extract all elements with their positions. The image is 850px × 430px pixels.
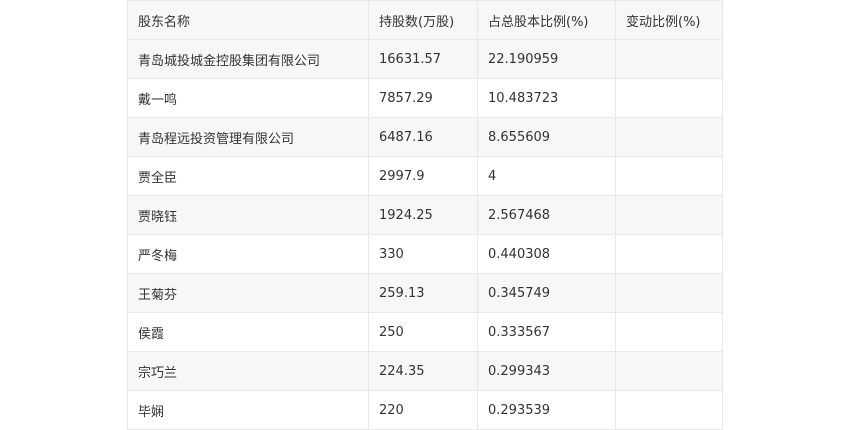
cell-change-ratio (615, 234, 723, 274)
cell-share-ratio: 0.440308 (477, 234, 616, 274)
header-share-ratio: 占总股本比例(%) (477, 0, 616, 40)
cell-change-ratio (615, 351, 723, 391)
cell-share-ratio: 0.293539 (477, 390, 616, 430)
table-row: 戴一鸣 7857.29 10.483723 (127, 78, 723, 118)
table-header: 股东名称 持股数(万股) 占总股本比例(%) 变动比例(%) (127, 0, 723, 40)
cell-change-ratio (615, 156, 723, 196)
table-row: 王菊芬 259.13 0.345749 (127, 273, 723, 313)
shareholder-table: 股东名称 持股数(万股) 占总股本比例(%) 变动比例(%) 青岛城投城金控股集… (127, 0, 723, 430)
header-row: 股东名称 持股数(万股) 占总股本比例(%) 变动比例(%) (127, 0, 723, 40)
table-row: 毕娴 220 0.293539 (127, 390, 723, 430)
table-row: 严冬梅 330 0.440308 (127, 234, 723, 274)
cell-share-ratio: 4 (477, 156, 616, 196)
cell-shareholder-name: 贾全臣 (127, 156, 369, 196)
cell-shareholder-name: 戴一鸣 (127, 78, 369, 118)
cell-shares-held: 16631.57 (368, 39, 478, 79)
shareholder-table-container: 股东名称 持股数(万股) 占总股本比例(%) 变动比例(%) 青岛城投城金控股集… (127, 0, 723, 430)
cell-change-ratio (615, 312, 723, 352)
cell-shares-held: 250 (368, 312, 478, 352)
cell-shares-held: 7857.29 (368, 78, 478, 118)
cell-shares-held: 259.13 (368, 273, 478, 313)
cell-share-ratio: 10.483723 (477, 78, 616, 118)
cell-share-ratio: 8.655609 (477, 117, 616, 157)
header-shareholder-name: 股东名称 (127, 0, 369, 40)
cell-shareholder-name: 青岛城投城金控股集团有限公司 (127, 39, 369, 79)
table-row: 贾晓钰 1924.25 2.567468 (127, 195, 723, 235)
cell-shares-held: 220 (368, 390, 478, 430)
header-shares-held: 持股数(万股) (368, 0, 478, 40)
table-row: 贾全臣 2997.9 4 (127, 156, 723, 196)
cell-share-ratio: 22.190959 (477, 39, 616, 79)
cell-share-ratio: 0.345749 (477, 273, 616, 313)
table-row: 青岛城投城金控股集团有限公司 16631.57 22.190959 (127, 39, 723, 79)
cell-shares-held: 6487.16 (368, 117, 478, 157)
cell-shares-held: 1924.25 (368, 195, 478, 235)
table-row: 青岛程远投资管理有限公司 6487.16 8.655609 (127, 117, 723, 157)
cell-shareholder-name: 严冬梅 (127, 234, 369, 274)
cell-shares-held: 224.35 (368, 351, 478, 391)
cell-shareholder-name: 青岛程远投资管理有限公司 (127, 117, 369, 157)
cell-share-ratio: 0.299343 (477, 351, 616, 391)
cell-share-ratio: 2.567468 (477, 195, 616, 235)
cell-shareholder-name: 侯霞 (127, 312, 369, 352)
cell-share-ratio: 0.333567 (477, 312, 616, 352)
cell-shareholder-name: 宗巧兰 (127, 351, 369, 391)
header-change-ratio: 变动比例(%) (615, 0, 723, 40)
cell-change-ratio (615, 273, 723, 313)
cell-change-ratio (615, 390, 723, 430)
cell-shares-held: 2997.9 (368, 156, 478, 196)
table-row: 宗巧兰 224.35 0.299343 (127, 351, 723, 391)
cell-change-ratio (615, 117, 723, 157)
cell-change-ratio (615, 195, 723, 235)
table-row: 侯霞 250 0.333567 (127, 312, 723, 352)
cell-change-ratio (615, 78, 723, 118)
cell-shareholder-name: 王菊芬 (127, 273, 369, 313)
cell-shareholder-name: 贾晓钰 (127, 195, 369, 235)
cell-shares-held: 330 (368, 234, 478, 274)
cell-shareholder-name: 毕娴 (127, 390, 369, 430)
table-body: 青岛城投城金控股集团有限公司 16631.57 22.190959 戴一鸣 7857.2… (127, 39, 723, 430)
cell-change-ratio (615, 39, 723, 79)
